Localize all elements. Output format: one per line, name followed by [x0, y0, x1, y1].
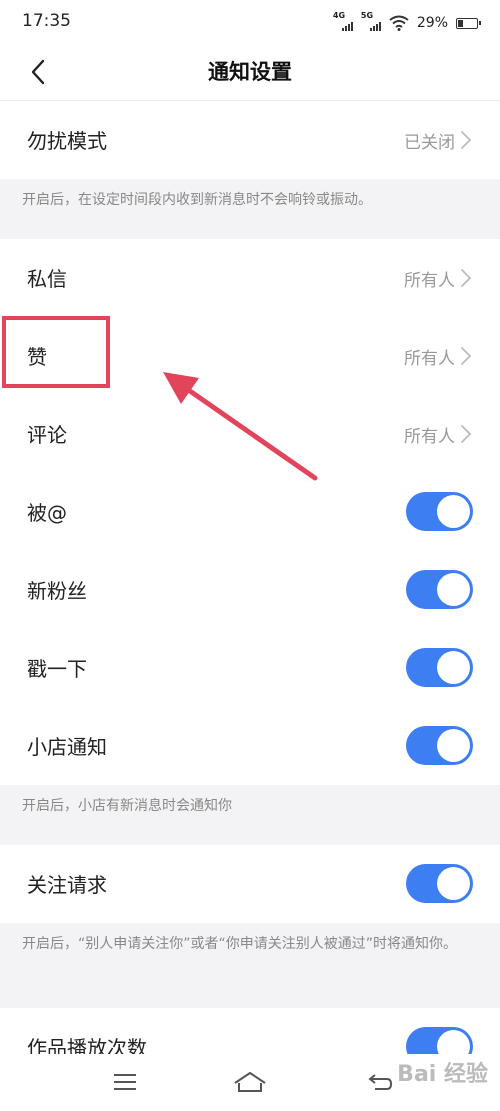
- toggle-knob: [437, 573, 470, 606]
- poke-toggle[interactable]: [406, 648, 473, 687]
- chevron-right-icon: [461, 347, 472, 365]
- row-label: 戳一下: [27, 657, 87, 681]
- shop-notification-toggle[interactable]: [406, 726, 473, 765]
- row-label: 小店通知: [27, 735, 107, 759]
- settings-row-new-fans: 新粉丝: [0, 551, 500, 629]
- home-button[interactable]: [230, 1064, 270, 1100]
- settings-row-direct-messages[interactable]: 私信 所有人: [0, 239, 500, 317]
- shop-notification-hint: 开启后，小店有新消息时会通知你: [0, 785, 500, 845]
- mentions-toggle[interactable]: [406, 492, 473, 531]
- settings-row-shop-notification: 小店通知: [0, 707, 500, 785]
- row-value: 已关闭: [404, 133, 455, 153]
- new-fans-toggle[interactable]: [406, 570, 473, 609]
- row-label: 新粉丝: [27, 579, 87, 603]
- wifi-icon: [389, 15, 409, 31]
- toggle-knob: [437, 867, 470, 900]
- do-not-disturb-hint: 开启后，在设定时间段内收到新消息时不会响铃或振动。: [0, 179, 500, 239]
- network-type-label-2: 5G: [360, 11, 374, 20]
- chevron-right-icon: [461, 425, 472, 443]
- menu-icon: [114, 1074, 136, 1090]
- battery-icon: [456, 17, 481, 29]
- toggle-knob: [437, 651, 470, 684]
- annotation-highlight-box: [2, 316, 110, 388]
- back-arrow-icon: [368, 1074, 393, 1090]
- row-label: 评论: [27, 423, 67, 447]
- signal-4g-icon: 4G: [332, 11, 353, 33]
- settings-row-do-not-disturb[interactable]: 勿扰模式 已关闭: [0, 101, 500, 179]
- network-type-label: 4G: [332, 11, 346, 20]
- row-label: 勿扰模式: [27, 129, 107, 153]
- notification-settings-screen: 17:35 4G 5G 29% 通知设置 勿扰模式 已关闭 开启后，在设定时间段…: [0, 0, 500, 1111]
- row-value: 所有人: [404, 427, 455, 447]
- menu-button[interactable]: [105, 1064, 145, 1100]
- chevron-right-icon: [461, 131, 472, 149]
- settings-row-follow-request: 关注请求: [0, 845, 500, 923]
- row-label: 私信: [27, 267, 67, 291]
- back-nav-button[interactable]: [360, 1064, 400, 1100]
- row-value: 所有人: [404, 271, 455, 291]
- page-title: 通知设置: [208, 60, 292, 84]
- settings-row-poke: 戳一下: [0, 629, 500, 707]
- chevron-right-icon: [461, 269, 472, 287]
- status-time: 17:35: [22, 11, 71, 31]
- toggle-knob: [437, 729, 470, 762]
- follow-request-toggle[interactable]: [406, 864, 473, 903]
- row-label: 被@: [27, 501, 67, 525]
- annotation-arrow-icon: [163, 372, 318, 481]
- follow-request-hint: 开启后，“别人申请关注你”或者“你申请关注别人被通过”时将通知你。: [0, 923, 500, 1008]
- status-bar: 17:35 4G 5G 29%: [0, 0, 500, 44]
- home-icon: [234, 1072, 266, 1092]
- signal-5g-icon: 5G: [360, 11, 381, 33]
- header: 通知设置: [0, 44, 500, 101]
- battery-percent: 29%: [416, 15, 448, 31]
- battery-fill: [458, 19, 463, 27]
- toggle-knob: [437, 495, 470, 528]
- row-value: 所有人: [404, 349, 455, 369]
- row-label: 关注请求: [27, 873, 107, 897]
- watermark-logo: Bai 经验: [397, 1062, 488, 1087]
- status-icons: 4G 5G 29%: [332, 11, 481, 34]
